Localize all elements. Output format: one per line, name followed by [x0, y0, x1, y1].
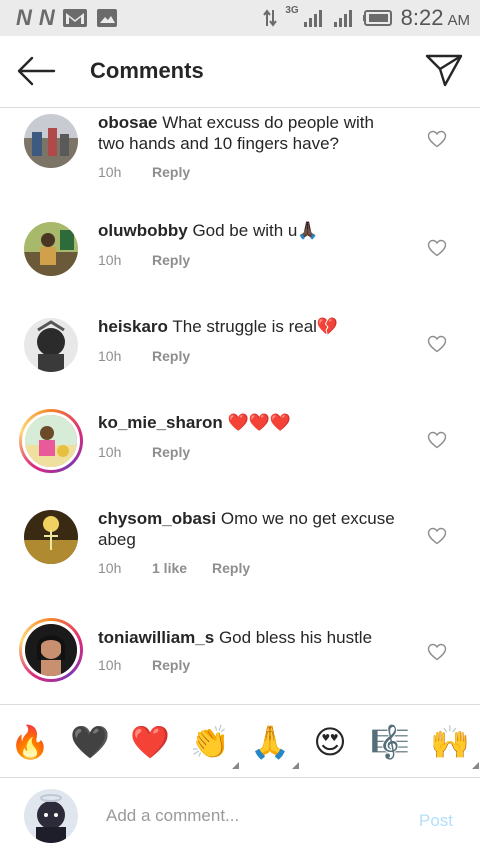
reply-button[interactable]: Reply: [212, 560, 250, 576]
comment-username[interactable]: oluwbobby: [98, 221, 188, 240]
emoji-music-score-button[interactable]: 🎼: [369, 721, 411, 763]
comment-body: God bless his hustle: [218, 628, 373, 647]
reply-button[interactable]: Reply: [152, 348, 190, 364]
comment-username[interactable]: toniawilliam_s: [98, 628, 214, 647]
comment-text: obosae What excuss do people with two ha…: [98, 112, 403, 154]
network-type-label: 3G: [285, 4, 299, 16]
like-heart-icon[interactable]: [427, 643, 447, 661]
emoji-heart-eyes-button[interactable]: 😍: [309, 721, 351, 763]
comment-text: heiskaro The struggle is real💔: [98, 316, 403, 337]
skin-tone-corner-icon: [472, 762, 479, 769]
like-heart-icon[interactable]: [427, 130, 447, 148]
comment-body: The struggle is real💔: [172, 317, 339, 336]
reply-button[interactable]: Reply: [152, 444, 190, 460]
status-bar: N N 3G 8:22 AM: [0, 0, 480, 36]
data-transfer-icon: [263, 9, 278, 27]
comment-time: 10h: [98, 164, 122, 180]
emoji-pray-button[interactable]: 🙏: [249, 721, 299, 769]
comment-time: 10h: [98, 444, 122, 460]
comment-likes-count[interactable]: 1 like: [152, 560, 212, 576]
emoji-raised-hands-glyph: 🙌: [430, 724, 470, 760]
emoji-pray-glyph: 🙏: [250, 724, 290, 760]
skin-tone-corner-icon: [292, 762, 299, 769]
emoji-raised-hands-button[interactable]: 🙌: [429, 721, 479, 769]
like-heart-icon[interactable]: [427, 335, 447, 353]
comment-text: oluwbobby God be with u🙏🏿: [98, 220, 403, 241]
comment-time: 10h: [98, 252, 122, 268]
comment-input[interactable]: [106, 802, 396, 830]
emoji-fire-button[interactable]: 🔥: [9, 721, 51, 763]
comment-time: 10h: [98, 348, 122, 364]
back-arrow-icon: [17, 56, 56, 86]
reply-button[interactable]: Reply: [152, 252, 190, 268]
gmail-icon: [62, 9, 87, 27]
battery-icon: [362, 10, 392, 26]
comments-header: Comments: [0, 36, 480, 108]
emoji-clap-button[interactable]: 👏: [189, 721, 239, 769]
comment-username[interactable]: heiskaro: [98, 317, 168, 336]
comment-meta: 10h 1 like Reply: [98, 560, 250, 576]
clock-ampm: AM: [447, 12, 471, 29]
comment-username[interactable]: obosae: [98, 113, 158, 132]
comment-username[interactable]: chysom_obasi: [98, 509, 216, 528]
comment-meta: 10h Reply: [98, 164, 190, 180]
comment-body: God be with u🙏🏿: [192, 221, 319, 240]
comment-text: toniawilliam_s God bless his hustle: [98, 627, 403, 648]
comment-username[interactable]: ko_mie_sharon: [98, 413, 223, 432]
comment-time: 10h: [98, 560, 122, 576]
page-title: Comments: [90, 58, 204, 83]
comments-list[interactable]: obosae What excuss do people with two ha…: [0, 108, 480, 704]
comment-time: 10h: [98, 657, 122, 673]
back-button[interactable]: [16, 54, 56, 88]
share-button[interactable]: [424, 52, 464, 88]
story-ring: [22, 621, 80, 679]
comment-meta: 10h Reply: [98, 444, 190, 460]
like-heart-icon[interactable]: [427, 527, 447, 545]
notification-n-icon: N: [38, 5, 55, 30]
comment-body: ❤️❤️❤️: [227, 413, 291, 432]
comment-meta: 10h Reply: [98, 657, 190, 673]
emoji-quick-bar: 🔥 🖤 ❤️ 👏 🙏 😍 🎼 🙌: [0, 704, 480, 778]
avatar[interactable]: [24, 114, 78, 168]
avatar[interactable]: [19, 618, 83, 682]
comment-meta: 10h Reply: [98, 252, 190, 268]
like-heart-icon[interactable]: [427, 239, 447, 257]
avatar[interactable]: [19, 409, 83, 473]
story-ring: [22, 412, 80, 470]
post-button[interactable]: Post: [419, 811, 453, 831]
comment-text: ko_mie_sharon ❤️❤️❤️: [98, 412, 403, 433]
emoji-clap-glyph: 👏: [190, 724, 230, 760]
signal-icon: [303, 10, 322, 27]
emoji-black-heart-button[interactable]: 🖤: [69, 721, 111, 763]
reply-button[interactable]: Reply: [152, 657, 190, 673]
avatar[interactable]: [24, 510, 78, 564]
avatar[interactable]: [24, 222, 78, 276]
clock-time: 8:22: [400, 5, 444, 30]
signal-icon: [333, 10, 352, 27]
avatar[interactable]: [24, 318, 78, 372]
notification-n-icon: N: [16, 5, 32, 30]
emoji-red-heart-button[interactable]: ❤️: [129, 721, 171, 763]
reply-button[interactable]: Reply: [152, 164, 190, 180]
comment-composer: Post: [0, 778, 480, 854]
skin-tone-corner-icon: [232, 762, 239, 769]
like-heart-icon[interactable]: [427, 431, 447, 449]
gallery-icon: [96, 9, 117, 27]
comment-meta: 10h Reply: [98, 348, 190, 364]
comment-text: chysom_obasi Omo we no get excuse abeg: [98, 508, 403, 550]
paper-plane-icon: [425, 54, 463, 87]
current-user-avatar: [24, 789, 78, 843]
